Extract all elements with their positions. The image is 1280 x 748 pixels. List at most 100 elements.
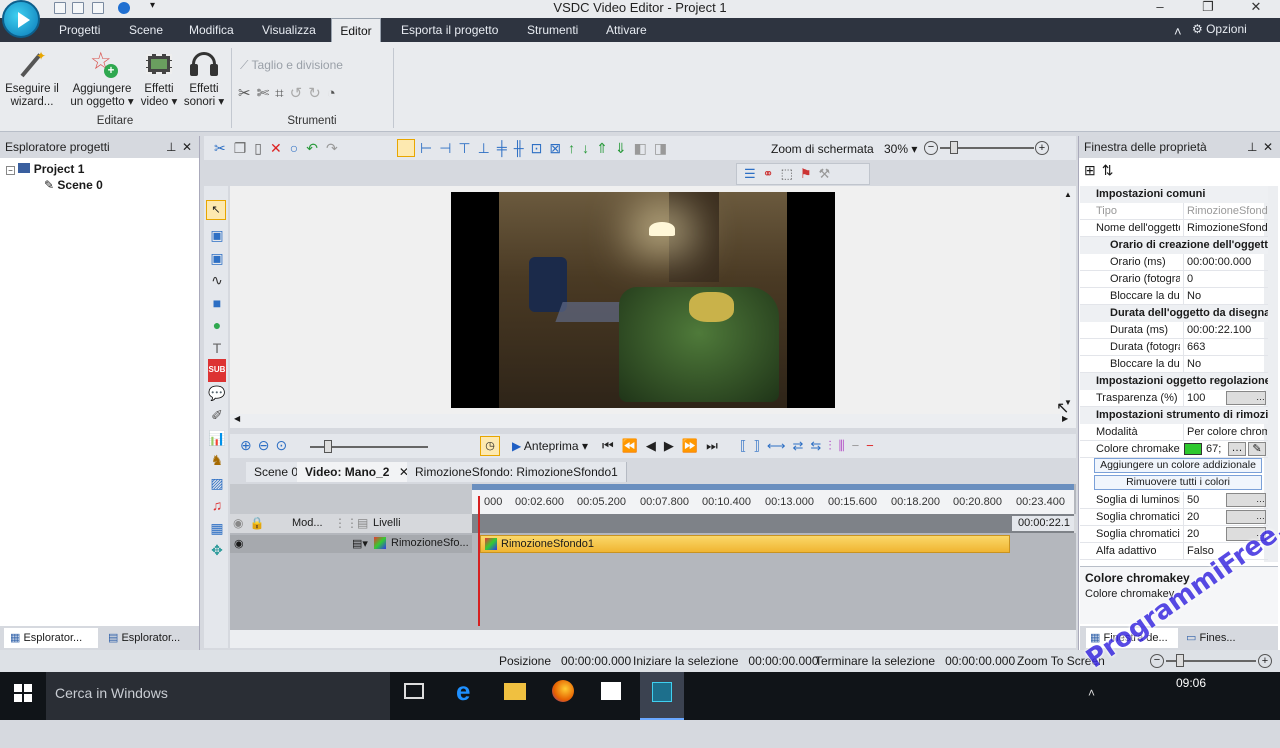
copy-icon[interactable]: ❐	[234, 140, 255, 156]
video-frame[interactable]	[451, 192, 835, 408]
picture-tool-icon[interactable]: ▨	[208, 472, 226, 495]
visibility-icon[interactable]: ◉	[233, 516, 249, 530]
pin-icon[interactable]: ⊥	[166, 136, 176, 158]
collapse-tree-icon[interactable]: −	[6, 166, 15, 175]
layers-icon[interactable]: ▤	[357, 516, 368, 530]
image-object-icon[interactable]: ▣	[208, 247, 226, 270]
align-top-icon[interactable]: ⊤	[458, 140, 477, 156]
move-down-icon[interactable]: ↓	[582, 140, 596, 156]
prop-colore-chromakey[interactable]: Colore chromakey 67; … ✎	[1080, 441, 1268, 458]
close-panel-icon[interactable]: ✕	[1263, 136, 1273, 158]
prop-lock-duration-1[interactable]: Bloccare la durataNo	[1080, 288, 1268, 305]
minimize-icon[interactable]: –	[1148, 0, 1172, 16]
align-left-icon[interactable]: ⊢	[420, 140, 439, 156]
menu-scene[interactable]: Scene	[121, 18, 171, 42]
cut-split-button[interactable]: ⟋ Taglio e divisione	[240, 58, 343, 73]
preview-vscrollbar[interactable]: ▲ ▼	[1060, 186, 1076, 414]
comment-tool-icon[interactable]: 💬	[208, 382, 226, 405]
sync-icon[interactable]: ⇆	[810, 438, 828, 453]
ellipse-tool-icon[interactable]: ●	[208, 314, 226, 337]
mark-range-icon[interactable]: ⟷	[767, 438, 793, 453]
fast-forward-icon[interactable]: ⏩	[682, 438, 706, 453]
zoom-in-icon[interactable]: +	[1035, 141, 1049, 155]
split-tracks-icon[interactable]: ⫶	[828, 438, 838, 453]
rectangle-tool-icon[interactable]: ■	[208, 292, 226, 315]
move-tool-icon[interactable]: ✥	[208, 539, 226, 562]
undo-icon[interactable]: ↶	[306, 140, 326, 156]
paste-icon[interactable]: ▯	[254, 140, 270, 156]
preview-hscrollbar[interactable]: ◀ ▶	[230, 414, 1076, 428]
audio-wave-icon[interactable]: ⋮⋮	[334, 516, 358, 530]
align-hcenter-icon[interactable]: ╫	[514, 140, 531, 156]
slider-ellipsis-button[interactable]: …	[1226, 391, 1266, 405]
tree-scene[interactable]: ✎ Scene 0	[44, 177, 103, 193]
list-view-icon[interactable]: ☰	[744, 166, 763, 181]
edge-icon[interactable]: e	[456, 678, 470, 704]
free-text-icon[interactable]: ✐	[208, 404, 226, 427]
open-project-icon[interactable]	[72, 2, 84, 14]
zoom-out-icon[interactable]: −	[924, 141, 938, 155]
track-name[interactable]: RimozioneSfo...	[391, 537, 469, 549]
options-button[interactable]: ⚙ Opzioni	[1192, 18, 1247, 42]
pointer-tool-icon[interactable]: ↖	[206, 200, 226, 220]
sort-az-icon[interactable]: ⇅	[1102, 162, 1120, 178]
tab-project-explorer[interactable]: ▦ Esplorator...	[4, 628, 98, 648]
select-mode-icon[interactable]	[397, 139, 415, 157]
prop-value[interactable]: 100	[1183, 390, 1223, 407]
menu-attivare[interactable]: Attivare	[598, 18, 655, 42]
mark-in-icon[interactable]: ⟦	[740, 438, 753, 453]
marker-icon[interactable]: −	[852, 438, 867, 453]
speed-icon[interactable]: ◔	[327, 85, 342, 102]
section-creation-time[interactable]: Orario di creazione dell'oggetto	[1080, 237, 1268, 254]
section-adjustment[interactable]: Impostazioni oggetto regolazione	[1080, 373, 1268, 390]
line-tool-icon[interactable]: ∿	[208, 269, 226, 292]
animation-tool-icon[interactable]: ♞	[208, 449, 226, 472]
close-panel-icon[interactable]: ✕	[182, 136, 192, 158]
link-icon[interactable]: ⚭	[763, 166, 781, 181]
preview-button[interactable]: ▶ Anteprima ▾	[512, 439, 588, 453]
play-icon[interactable]	[118, 2, 130, 14]
scroll-left-icon[interactable]: ◀	[234, 414, 240, 423]
track-visibility-icon[interactable]: ◉	[234, 537, 244, 550]
slider-ellipsis-button[interactable]: …	[1226, 510, 1266, 524]
zoom-select[interactable]: 30% ▾	[884, 142, 917, 156]
timeline-zoom-out-icon[interactable]: ⊖	[258, 437, 276, 453]
merge-tracks-icon[interactable]: ⫼	[839, 438, 852, 453]
zoom-slider-thumb[interactable]	[950, 141, 958, 154]
pin-icon[interactable]: ⊥	[1247, 136, 1257, 158]
categorized-icon[interactable]: ⊞	[1084, 162, 1102, 178]
section-duration[interactable]: Durata dell'oggetto da disegnare	[1080, 305, 1268, 322]
tab-rimozione[interactable]: RimozioneSfondo: RimozioneSfondo1	[407, 462, 627, 482]
lock-icon[interactable]: 🔒	[249, 516, 270, 530]
file-explorer-icon[interactable]	[504, 683, 526, 700]
windows-start-icon[interactable]	[14, 684, 32, 702]
prop-value[interactable]: No	[1183, 288, 1267, 305]
add-object-button[interactable]: ☆ + Aggiungere un oggetto ▾	[66, 48, 138, 109]
audio-tool-icon[interactable]: ♫	[208, 494, 226, 517]
prop-value[interactable]: 663	[1183, 339, 1267, 356]
prop-orario-ms[interactable]: Orario (ms) 00:00:00.000	[1080, 254, 1268, 271]
rewind-icon[interactable]: ⏪	[622, 438, 646, 453]
tree-project[interactable]: − Project 1	[6, 161, 84, 177]
circle-icon[interactable]: ○	[290, 140, 306, 156]
go-start-icon[interactable]: ⏮	[602, 438, 622, 453]
menu-editor[interactable]: Editor	[331, 18, 381, 42]
prop-value[interactable]: 0	[1183, 271, 1267, 288]
section-removal-tool[interactable]: Impostazioni strumento di rimozione	[1080, 407, 1268, 424]
new-project-icon[interactable]	[54, 2, 66, 14]
loop-icon[interactable]: ⇄	[793, 438, 811, 453]
remove-colors-button[interactable]: Rimuovere tutti i colori	[1094, 475, 1262, 490]
group-icon[interactable]: ◧	[634, 140, 654, 156]
rotate-90-left-icon[interactable]: ↺	[290, 85, 309, 102]
fit-icon[interactable]: ⊡	[531, 140, 550, 156]
crop-icon[interactable]: ⌗	[275, 85, 289, 102]
firefox-icon[interactable]	[552, 680, 574, 702]
flag-icon[interactable]: ⚑	[800, 166, 819, 181]
mark-out-icon[interactable]: ⟧	[753, 438, 766, 453]
timeline-zoom-fit-icon[interactable]: ⊙	[275, 437, 293, 453]
track-menu-icon[interactable]: ▤▾	[352, 537, 368, 550]
prop-value[interactable]: 20	[1183, 526, 1223, 543]
quick-access-dropdown-icon[interactable]: ▾	[150, 0, 155, 11]
dotted-rect-icon[interactable]: ⬚	[781, 166, 800, 181]
tray-chevron-icon[interactable]: ˄	[1088, 686, 1095, 700]
